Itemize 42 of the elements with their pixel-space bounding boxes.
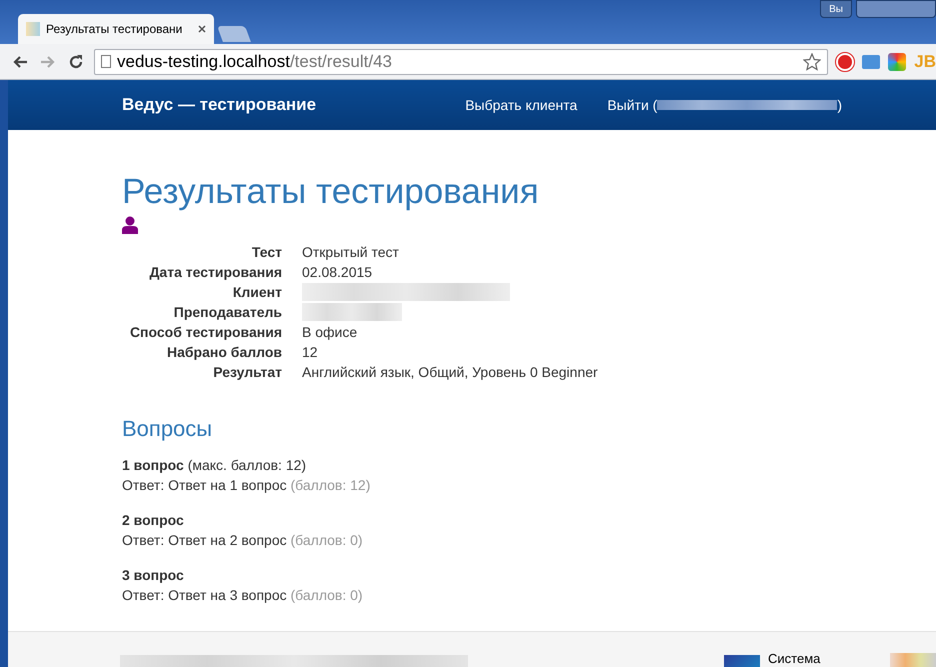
detail-label: Дата тестирования xyxy=(148,263,282,282)
window-controls[interactable] xyxy=(856,0,936,18)
detail-label: Тест xyxy=(250,243,282,262)
detail-value: 12 xyxy=(302,343,319,362)
brand-link[interactable]: Ведус — тестирование xyxy=(122,92,316,118)
logo-text: Система xyxy=(768,651,820,667)
detail-value: Открытый тест xyxy=(302,243,400,262)
redacted-placeholder xyxy=(890,653,936,667)
detail-value: 02.08.2015 xyxy=(302,263,374,282)
stop-sign-icon[interactable] xyxy=(836,52,854,70)
back-icon[interactable] xyxy=(12,54,28,68)
question-title: 1 вопрос (макс. баллов: 12) xyxy=(122,456,308,475)
detail-value: В офисе xyxy=(302,323,358,342)
detail-value: Английский язык, Общий, Уровень 0 Beginner xyxy=(302,363,599,382)
tab-title: Результаты тестировани xyxy=(46,21,184,38)
new-tab-button[interactable] xyxy=(217,26,251,42)
answer-text: Ответ: Ответ на 3 вопрос (баллов: 0) xyxy=(122,586,364,605)
detail-label: Преподаватель xyxy=(172,303,282,322)
detail-label: Клиент xyxy=(232,283,282,302)
detail-label: Набрано баллов xyxy=(166,343,282,362)
address-bar[interactable]: vedus-testing.localhost/test/result/43 xyxy=(94,48,828,74)
section-heading: Вопросы xyxy=(122,415,214,443)
logo-icon xyxy=(724,655,760,667)
page-icon xyxy=(101,55,111,68)
page-title: Результаты тестирования xyxy=(122,172,540,212)
question-title: 3 вопрос xyxy=(122,566,185,585)
user-icon xyxy=(122,216,138,234)
reload-icon[interactable] xyxy=(68,54,84,70)
browser-tab[interactable]: Результаты тестировани xyxy=(18,14,214,44)
star-icon[interactable] xyxy=(803,52,822,70)
close-icon[interactable] xyxy=(198,25,206,33)
detail-label: Результат xyxy=(212,363,282,382)
profile-button[interactable]: Вы xyxy=(820,0,852,18)
answer-text: Ответ: Ответ на 1 вопрос (баллов: 12) xyxy=(122,476,372,495)
favicon-icon xyxy=(26,22,40,36)
nav-link[interactable]: Выбрать клиента xyxy=(465,94,578,116)
detail-label: Способ тестирования xyxy=(128,323,282,342)
url-text: vedus-testing.localhost/test/result/43 xyxy=(117,50,393,73)
question-title: 2 вопрос xyxy=(122,511,185,530)
answer-text: Ответ: Ответ на 2 вопрос (баллов: 0) xyxy=(122,531,364,550)
logout-link-end[interactable]: ) xyxy=(837,94,842,116)
logout-link[interactable]: Выйти ( xyxy=(607,94,658,116)
